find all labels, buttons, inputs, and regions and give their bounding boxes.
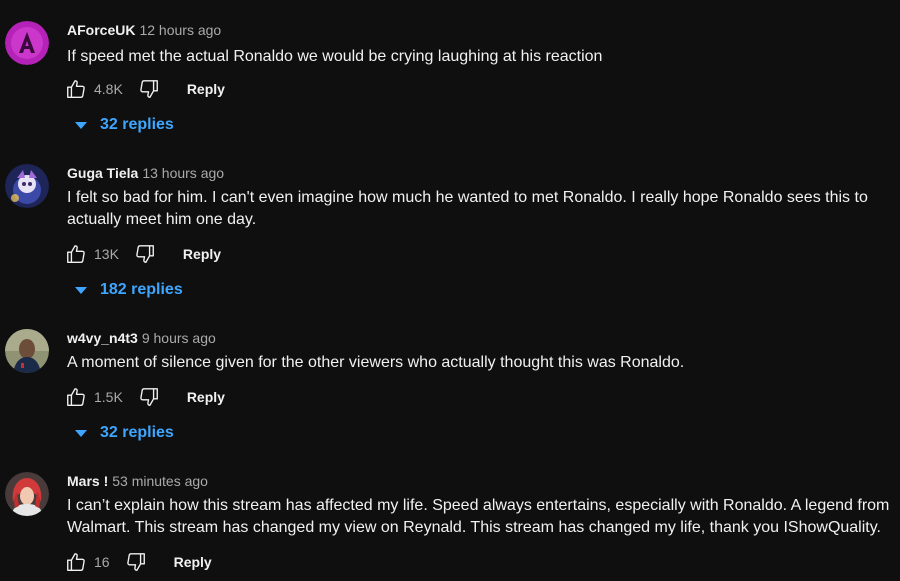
caret-down-icon — [75, 286, 87, 294]
avatar-image — [5, 21, 49, 65]
like-count: 4.8K — [94, 81, 123, 97]
reply-button[interactable]: Reply — [174, 554, 212, 570]
comment-header: AForceUK 12 hours ago — [67, 21, 221, 39]
thumbs-up-icon — [67, 553, 85, 571]
author-name[interactable]: AForceUK — [67, 22, 135, 38]
like-button[interactable] — [64, 385, 88, 409]
dislike-button[interactable] — [137, 385, 161, 409]
view-replies-button[interactable]: 182 replies — [72, 278, 183, 302]
like-button[interactable] — [64, 242, 88, 266]
comment-actions: 4.8K Reply — [64, 77, 225, 101]
comment-time[interactable]: 9 hours ago — [142, 330, 216, 346]
thumbs-down-icon — [136, 245, 154, 263]
comment-header: Guga Tiela 13 hours ago — [67, 164, 224, 182]
like-count: 1.5K — [94, 389, 123, 405]
like-count: 13K — [94, 246, 119, 262]
comment-text: I can’t explain how this stream has affe… — [67, 497, 890, 536]
thumbs-up-icon — [67, 245, 85, 263]
avatar[interactable] — [5, 472, 49, 516]
author-name[interactable]: Guga Tiela — [67, 165, 138, 181]
avatar[interactable] — [5, 21, 49, 65]
comment-text: A moment of silence given for the other … — [67, 354, 685, 371]
reply-button[interactable]: Reply — [187, 81, 225, 97]
dislike-button[interactable] — [124, 550, 148, 574]
thumbs-up-icon — [67, 80, 85, 98]
avatar-image — [5, 472, 49, 516]
comment-time[interactable]: 13 hours ago — [142, 165, 224, 181]
reply-button[interactable]: Reply — [183, 246, 221, 262]
like-button[interactable] — [64, 550, 88, 574]
comment-text: If speed met the actual Ronaldo we would… — [67, 48, 603, 65]
comment-time[interactable]: 12 hours ago — [139, 22, 221, 38]
like-button[interactable] — [64, 77, 88, 101]
dislike-button[interactable] — [133, 242, 157, 266]
view-replies-button[interactable]: 32 replies — [72, 421, 174, 445]
avatar[interactable] — [5, 164, 49, 208]
replies-count: 32 replies — [100, 424, 174, 441]
caret-down-icon — [75, 429, 87, 437]
comment-time[interactable]: 53 minutes ago — [112, 473, 208, 489]
comment-header: Mars ! 53 minutes ago — [67, 472, 208, 490]
like-count: 16 — [94, 554, 110, 570]
caret-down-icon — [75, 121, 87, 129]
thumbs-down-icon — [126, 553, 145, 571]
author-name[interactable]: Mars ! — [67, 473, 108, 489]
comment-header: w4vy_n4t3 9 hours ago — [67, 329, 216, 347]
view-replies-button[interactable]: 32 replies — [72, 113, 174, 137]
comment-actions: 1.5K Reply — [64, 385, 225, 409]
avatar-image — [5, 164, 49, 208]
author-name[interactable]: w4vy_n4t3 — [67, 330, 138, 346]
comment-actions: 16 Reply — [64, 550, 212, 574]
avatar-image — [5, 329, 49, 373]
replies-count: 182 replies — [100, 281, 183, 298]
thumbs-up-icon — [67, 388, 85, 406]
avatar[interactable] — [5, 329, 49, 373]
dislike-button[interactable] — [137, 77, 161, 101]
thumbs-down-icon — [140, 388, 158, 406]
comment-text: I felt so bad for him. I can't even imag… — [67, 189, 868, 228]
replies-count: 32 replies — [100, 116, 174, 133]
reply-button[interactable]: Reply — [187, 389, 225, 405]
thumbs-down-icon — [140, 80, 158, 98]
comment-actions: 13K Reply — [64, 242, 221, 266]
